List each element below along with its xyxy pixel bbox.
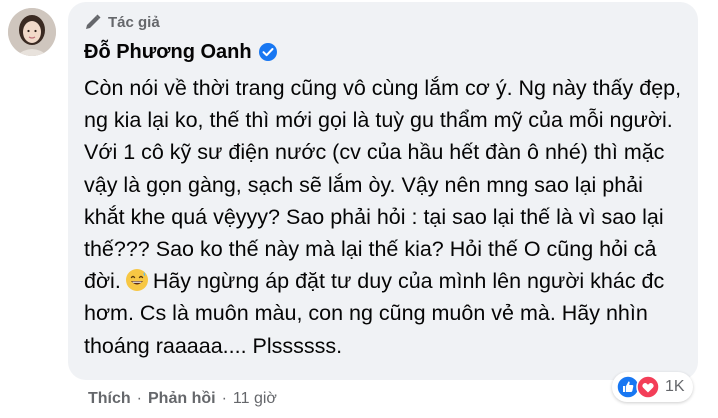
avatar[interactable] [8,8,56,56]
reaction-summary[interactable]: 1K [612,372,693,402]
timestamp-link[interactable]: 11 giờ [233,390,277,408]
comment-bubble: Tác giả Đỗ Phương Oanh Còn nói về thời t… [68,2,698,380]
reaction-count: 1K [665,378,685,395]
comment-container: Tác giả Đỗ Phương Oanh Còn nói về thời t… [0,0,718,418]
comment-text-part1: Còn nói về thời trang cũng vô cùng lắm c… [84,76,688,294]
love-icon [636,375,660,399]
pen-icon [84,13,102,31]
comment-text-part2: Hãy ngừng áp đặt tư duy của mình lên ngư… [84,269,671,358]
author-badge-label: Tác giả [108,13,160,31]
separator-dot: · [221,390,227,407]
grinning-sweat-emoji-icon [125,268,149,292]
author-badge: Tác giả [84,12,684,32]
comment-actions: Thích · Phản hồi · 11 giờ [88,388,277,410]
reply-button[interactable]: Phản hồi [148,390,216,408]
comment-text: Còn nói về thời trang cũng vô cùng lắm c… [84,72,684,362]
author-name[interactable]: Đỗ Phương Oanh [84,41,252,64]
verified-badge-icon [258,42,278,62]
separator-dot: · [136,390,142,407]
like-button[interactable]: Thích [88,390,131,408]
